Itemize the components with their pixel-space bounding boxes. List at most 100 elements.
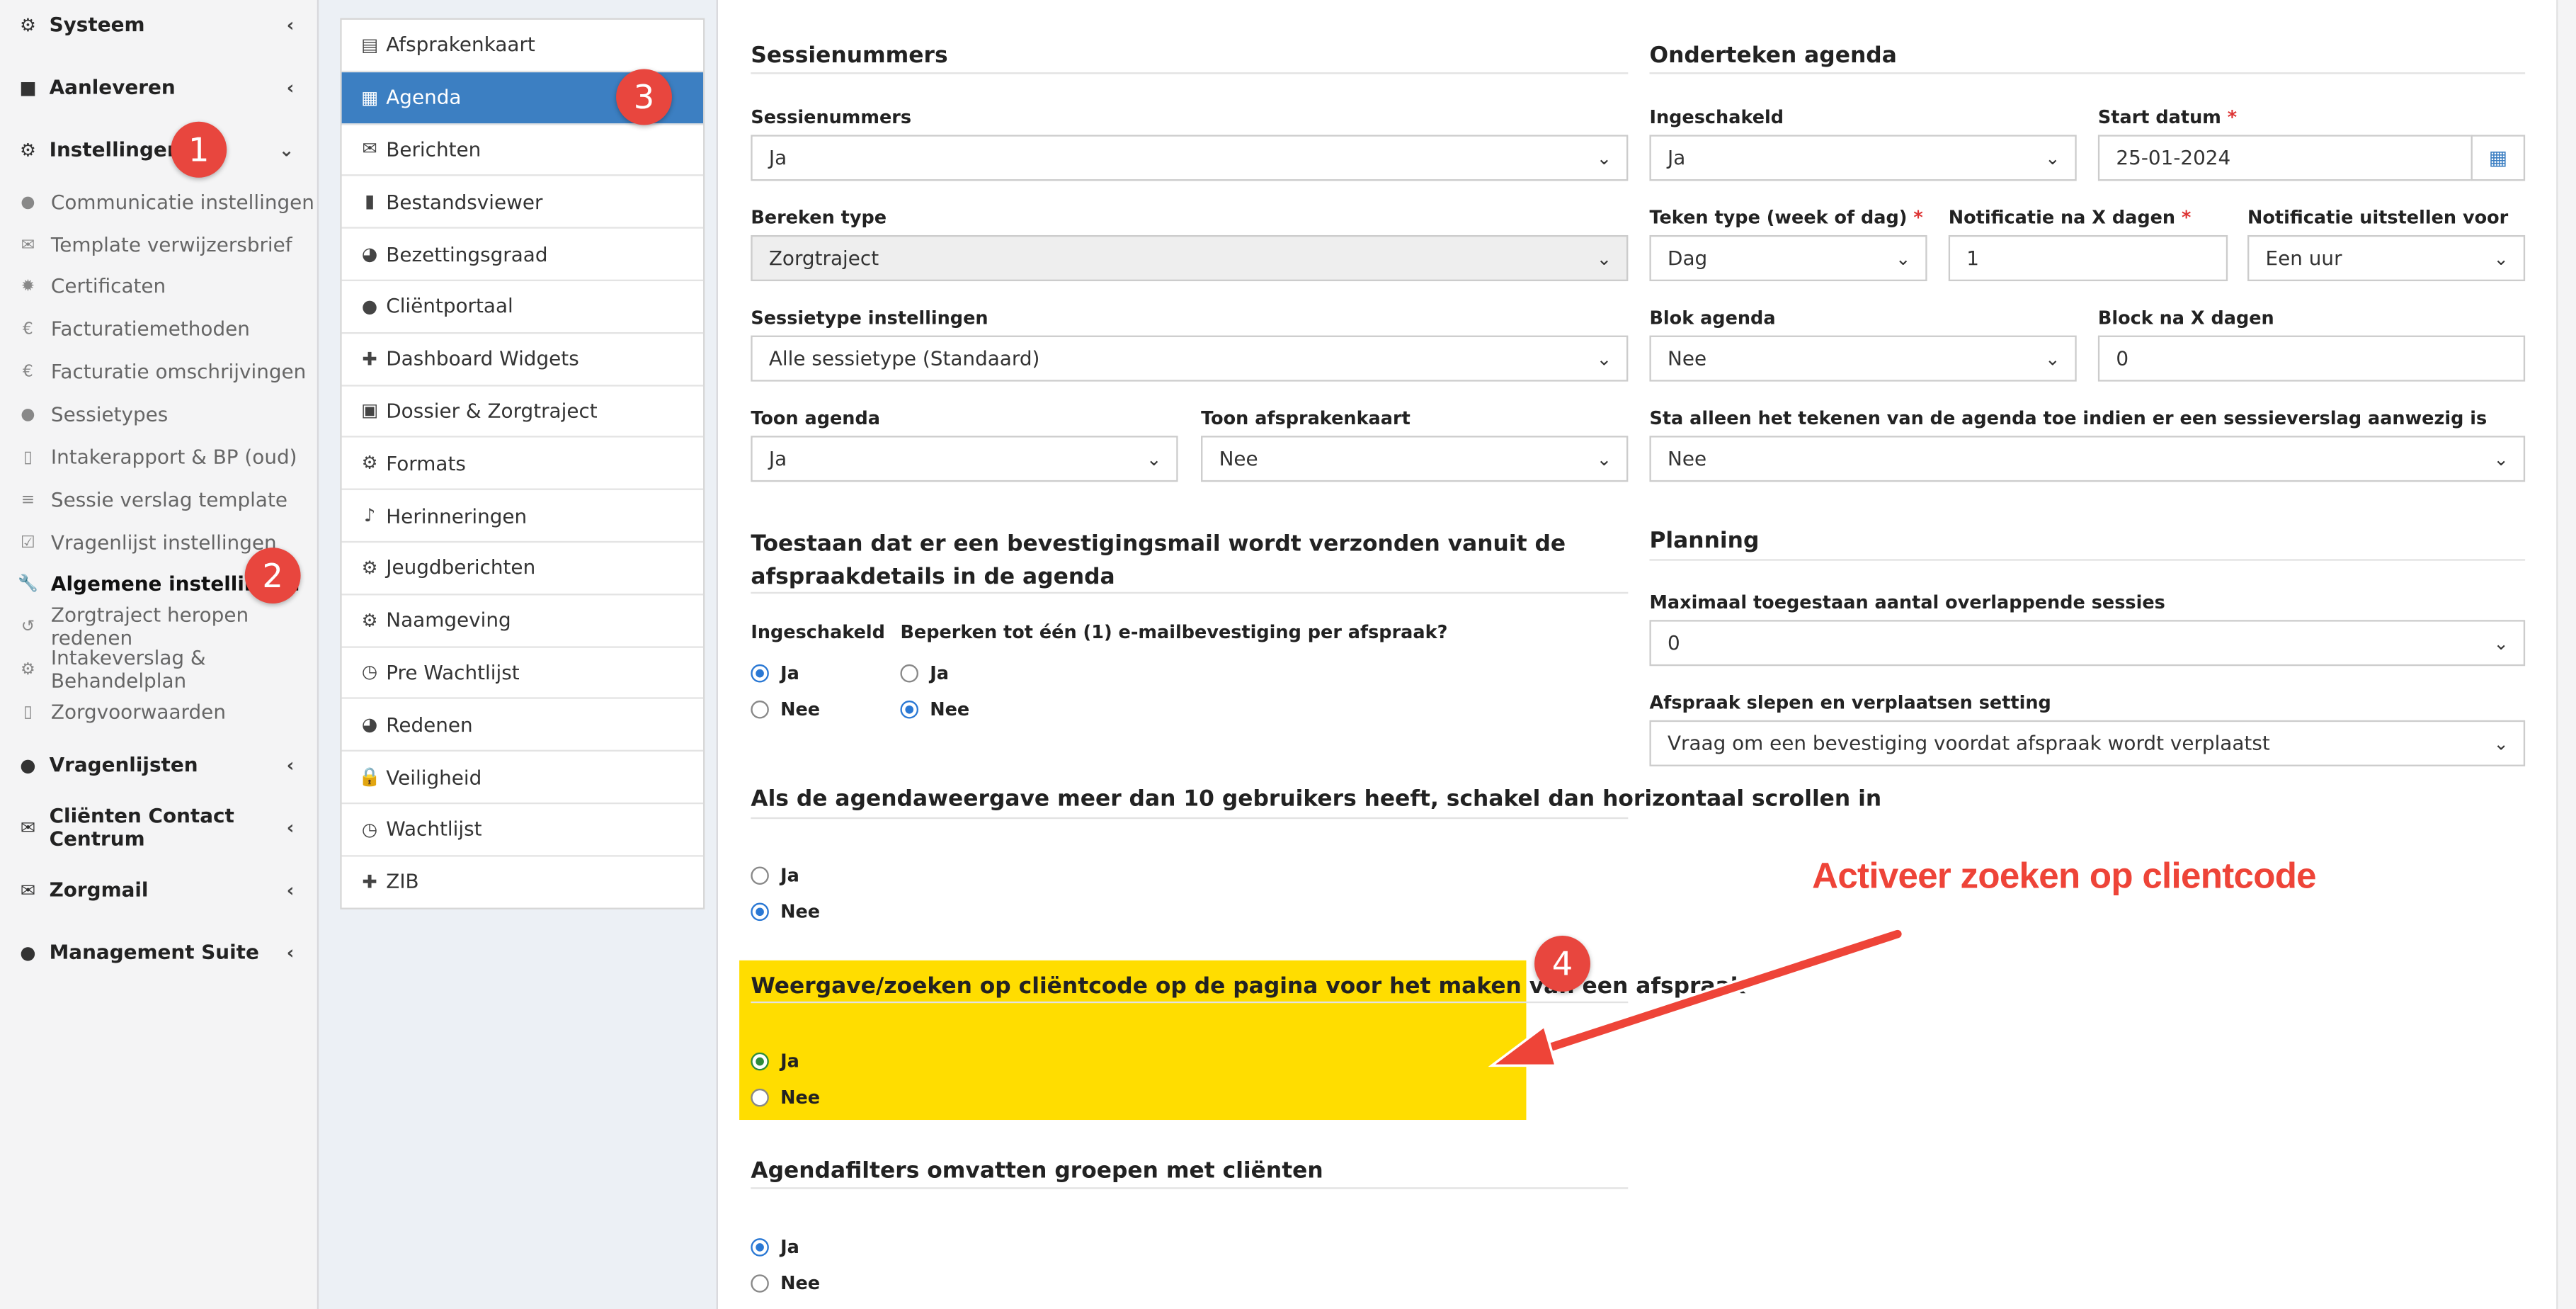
- briefcase-icon: ▣: [360, 400, 379, 422]
- menu-item-bezettingsgraad[interactable]: ◕ Bezettingsgraad: [341, 229, 704, 281]
- gear-icon: ⚙: [21, 660, 35, 679]
- radio-label: Ja: [930, 662, 949, 684]
- sidebar-item-vragenlijsten[interactable]: ● Vragenlijsten ‹: [0, 733, 317, 795]
- menu-item-berichten[interactable]: ✉ Berichten: [341, 124, 704, 177]
- bevestiging-beperken-nee-radio[interactable]: Nee: [900, 699, 969, 720]
- chevron-down-icon: ⌄: [1596, 348, 1612, 370]
- select-value: 0: [1668, 631, 1680, 654]
- menu-item-naamgeving[interactable]: ⚙ Naamgeving: [341, 595, 704, 647]
- toon-afsprakenkaart-select[interactable]: Nee ⌄: [1201, 436, 1629, 482]
- menu-item-formats[interactable]: ⚙ Formats: [341, 438, 704, 491]
- sidebar-item-label: Instellingen: [49, 138, 181, 162]
- field-label: Toon agenda: [751, 407, 880, 429]
- overlap-select[interactable]: 0 ⌄: [1649, 620, 2526, 667]
- sidebar-subitem-label: Intakerapport & BP (oud): [50, 446, 297, 469]
- sidebar-item-zorgmail[interactable]: ✉ Zorgmail ‹: [0, 858, 317, 921]
- sidebar-subitem-label: Facturatie omschrijvingen: [50, 360, 307, 383]
- chevron-left-icon: ‹: [286, 816, 295, 838]
- menu-item-label: Berichten: [386, 137, 481, 162]
- required-mark: *: [2227, 106, 2238, 129]
- sidebar-subitem-zorgtraject-heropen[interactable]: ↺ Zorgtraject heropen redenen: [0, 604, 317, 650]
- calendar-icon: ▦: [360, 86, 379, 108]
- menu-item-clientportaal[interactable]: ● Cliëntportaal: [341, 281, 704, 334]
- sidebar-subitem-certificaten[interactable]: ✹ Certificaten: [0, 265, 317, 307]
- menu-item-label: Agenda: [386, 86, 462, 109]
- menu-item-veiligheid[interactable]: 🔒 Veiligheid: [341, 752, 704, 805]
- truck-icon: ■: [19, 76, 37, 98]
- certificate-icon: ✹: [21, 277, 35, 295]
- select-value: Dag: [1668, 246, 1708, 270]
- field-label: Teken type (week of dag) *: [1649, 208, 1922, 229]
- scroll-nee-radio[interactable]: Nee: [751, 901, 820, 922]
- menu-item-redenen[interactable]: ◕ Redenen: [341, 700, 704, 752]
- sessietype-select[interactable]: Alle sessietype (Standaard) ⌄: [751, 335, 1629, 382]
- menu-item-bestandsviewer[interactable]: ▮ Bestandsviewer: [341, 176, 704, 230]
- radio-label: Ja: [780, 662, 799, 684]
- sessienummers-select[interactable]: Ja ⌄: [751, 135, 1629, 181]
- bevestiging-ingeschakeld-ja-radio[interactable]: Ja: [751, 663, 799, 684]
- menu-item-afsprakenkaart[interactable]: ▤ Afsprakenkaart: [341, 20, 704, 72]
- sidebar-subitem-sessietypes[interactable]: ● Sessietypes: [0, 393, 317, 436]
- bell-icon: ♪: [363, 504, 376, 527]
- sidebar-subitem-intakeverslag[interactable]: ⚙ Intakeverslag & Behandelplan: [0, 646, 317, 692]
- menu-item-dashboard-widgets[interactable]: ✚ Dashboard Widgets: [341, 334, 704, 386]
- calendar-icon[interactable]: ▦: [2470, 135, 2526, 181]
- blok-agenda-select[interactable]: Nee ⌄: [1649, 335, 2077, 382]
- sidebar-item-clienten-contact[interactable]: ✉ Cliënten Contact Centrum ‹: [0, 796, 317, 858]
- sidebar-subitem-facturatie-omschrijvingen[interactable]: € Facturatie omschrijvingen: [0, 351, 317, 393]
- sidebar-item-label: Zorgmail: [49, 878, 149, 902]
- menu-item-herinneringen[interactable]: ♪ Herinneringen: [341, 490, 704, 543]
- scroll-ja-radio[interactable]: Ja: [751, 865, 799, 886]
- field-label: Bereken type: [751, 207, 887, 229]
- toon-agenda-select[interactable]: Ja ⌄: [751, 436, 1178, 482]
- start-datum-input[interactable]: 25-01-2024: [2097, 135, 2473, 181]
- select-value: Een uur: [2265, 246, 2342, 270]
- field-label-text: Start datum: [2097, 106, 2221, 129]
- menu-item-label: ZIB: [386, 870, 419, 893]
- notificatie-dagen-input[interactable]: 1: [1948, 234, 2228, 281]
- sidebar-subitem-sessie-verslag[interactable]: ≡ Sessie verslag template: [0, 479, 317, 521]
- menu-item-zib[interactable]: ✚ ZIB: [342, 856, 703, 907]
- sta-alleen-select[interactable]: Nee ⌄: [1649, 436, 2526, 482]
- bevestiging-beperken-ja-radio[interactable]: Ja: [900, 662, 949, 684]
- bevestiging-ingeschakeld-nee-radio[interactable]: Nee: [751, 699, 820, 720]
- menu-item-pre-wachtlijst[interactable]: ◷ Pre Wachtlijst: [341, 647, 704, 700]
- filters-nee-radio[interactable]: Nee: [751, 1273, 820, 1294]
- filters-ja-radio[interactable]: Ja: [751, 1237, 799, 1258]
- onderteken-ingeschakeld-select[interactable]: Ja ⌄: [1649, 135, 2077, 181]
- field-label: Ingeschakeld: [751, 621, 885, 643]
- chevron-left-icon: ‹: [286, 76, 295, 98]
- gear-icon: ⚙: [361, 557, 378, 579]
- menu-item-dossier[interactable]: ▣ Dossier & Zorgtraject: [341, 386, 704, 438]
- sidebar-subitem-zorgvoorwaarden[interactable]: ▯ Zorgvoorwaarden: [0, 691, 317, 733]
- divider: [751, 591, 1629, 594]
- sidebar-item-management-suite[interactable]: ● Management Suite ‹: [0, 921, 317, 983]
- sidebar-item-instellingen[interactable]: ⚙ Instellingen ⌄: [0, 118, 317, 181]
- radio-label: Nee: [780, 901, 821, 923]
- menu-item-wachtlijst[interactable]: ◷ Wachtlijst: [341, 804, 704, 856]
- menu-item-jeugdberichten[interactable]: ⚙ Jeugdberichten: [341, 543, 704, 595]
- sidebar-subitem-intakerapport[interactable]: ▯ Intakerapport & BP (oud): [0, 436, 317, 478]
- scrollbar[interactable]: [2556, 0, 2576, 1309]
- slepen-select[interactable]: Vraag om een bevestiging voordat afspraa…: [1649, 720, 2526, 766]
- chevron-down-icon: ⌄: [2045, 147, 2061, 170]
- sidebar-item-aanleveren[interactable]: ■ Aanleveren ‹: [0, 56, 317, 118]
- sidebar-subitem-template[interactable]: ✉ Template verwijzersbrief: [0, 224, 317, 266]
- menu-item-label: Cliëntportaal: [386, 295, 513, 318]
- notificatie-uitstellen-select[interactable]: Een uur ⌄: [2247, 234, 2526, 281]
- menu-item-label: Herinneringen: [386, 504, 528, 528]
- sidebar-item-systeem[interactable]: ⚙ Systeem ‹: [0, 0, 317, 56]
- step-badge-4: 4: [1534, 935, 1590, 992]
- sidebar-subitem-communicatie[interactable]: ● Communicatie instellingen: [0, 181, 317, 223]
- sidebar-item-label: Vragenlijsten: [49, 753, 198, 776]
- sidebar-subitem-facturatiemethoden[interactable]: € Facturatiemethoden: [0, 307, 317, 350]
- input-value: 0: [2116, 346, 2129, 370]
- teken-type-select[interactable]: Dag ⌄: [1649, 234, 1927, 281]
- block-dagen-input[interactable]: 0: [2097, 335, 2526, 382]
- chevron-down-icon: ⌄: [1896, 248, 1911, 270]
- list-icon: ≡: [21, 490, 35, 509]
- clientcode-nee-radio[interactable]: Nee: [751, 1087, 820, 1109]
- bereken-type-select[interactable]: Zorgtraject ⌄: [751, 234, 1629, 281]
- clientcode-ja-radio[interactable]: Ja: [751, 1051, 799, 1072]
- envelope-icon: ✉: [21, 236, 35, 254]
